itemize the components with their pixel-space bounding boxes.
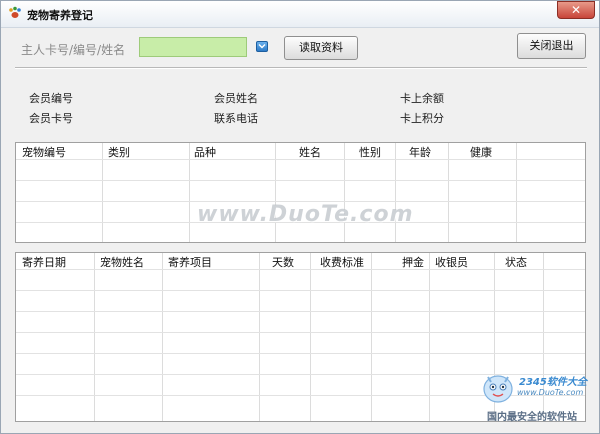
owner-search-input[interactable] [139, 37, 247, 57]
close-icon: ✕ [570, 3, 582, 17]
main-window: 宠物寄养登记 ✕ 主人卡号/编号/姓名 读取资料 关闭退出 会员编号 会员姓名 … [0, 0, 600, 434]
grid-line [16, 353, 585, 354]
member-no-label: 会员编号 [29, 92, 73, 105]
pet-col-name[interactable]: 姓名 [299, 144, 321, 160]
grid-line [16, 311, 585, 312]
pet-col-id[interactable]: 宠物编号 [22, 144, 66, 160]
read-data-button[interactable]: 读取资料 [284, 36, 358, 60]
window-close-button[interactable]: ✕ [557, 1, 595, 19]
title-bar: 宠物寄养登记 ✕ [1, 1, 599, 28]
grid-line [16, 269, 585, 270]
card-no-label: 会员卡号 [29, 112, 73, 125]
pet-col-gender[interactable]: 性别 [359, 144, 381, 160]
corner-logo: 2345软件大全 www.DuoTe.com 国内最安全的软件站 [479, 367, 597, 429]
grid-line [16, 159, 585, 160]
owner-search-label: 主人卡号/编号/姓名 [21, 43, 126, 57]
logo-url: www.DuoTe.com [517, 388, 584, 397]
grid-line [16, 332, 585, 333]
phone-label: 联系电话 [214, 112, 258, 125]
grid-line [16, 290, 585, 291]
site-watermark: www.DuoTe.com [197, 202, 414, 227]
boarding-col-status[interactable]: 状态 [505, 254, 527, 270]
grid-line [275, 143, 276, 242]
paw-icon [9, 6, 21, 18]
boarding-col-rate[interactable]: 收费标准 [320, 254, 364, 270]
card-points-label: 卡上积分 [400, 112, 444, 125]
boarding-col-days[interactable]: 天数 [272, 254, 294, 270]
chevron-down-icon [258, 44, 266, 49]
logo-slogan: 国内最安全的软件站 [487, 412, 577, 423]
pet-col-type[interactable]: 类别 [108, 144, 130, 160]
member-name-label: 会员姓名 [214, 92, 258, 105]
grid-line [395, 143, 396, 242]
logo-brand: 2345软件大全 [519, 377, 587, 388]
grid-line [344, 143, 345, 242]
grid-line [516, 143, 517, 242]
boarding-col-date[interactable]: 寄养日期 [22, 254, 66, 270]
pet-col-breed[interactable]: 品种 [194, 144, 216, 160]
close-exit-button[interactable]: 关闭退出 [517, 33, 586, 59]
owner-dropdown-button[interactable] [256, 41, 268, 52]
grid-line [16, 180, 585, 181]
card-balance-label: 卡上余额 [400, 92, 444, 105]
window-title: 宠物寄养登记 [27, 9, 93, 22]
grid-line [448, 143, 449, 242]
boarding-col-deposit[interactable]: 押金 [402, 254, 424, 270]
grid-line [102, 143, 103, 242]
boarding-col-cashier[interactable]: 收银员 [435, 254, 468, 270]
boarding-col-pet[interactable]: 宠物姓名 [100, 254, 144, 270]
pet-table[interactable]: 宠物编号 类别 品种 姓名 性别 年龄 健康 [15, 142, 586, 243]
boarding-col-item[interactable]: 寄养项目 [168, 254, 212, 270]
pet-col-age[interactable]: 年龄 [409, 144, 431, 160]
pet-col-health[interactable]: 健康 [470, 144, 492, 160]
mascot-icon [483, 375, 513, 403]
grid-line [189, 143, 190, 242]
header-divider [15, 67, 587, 69]
